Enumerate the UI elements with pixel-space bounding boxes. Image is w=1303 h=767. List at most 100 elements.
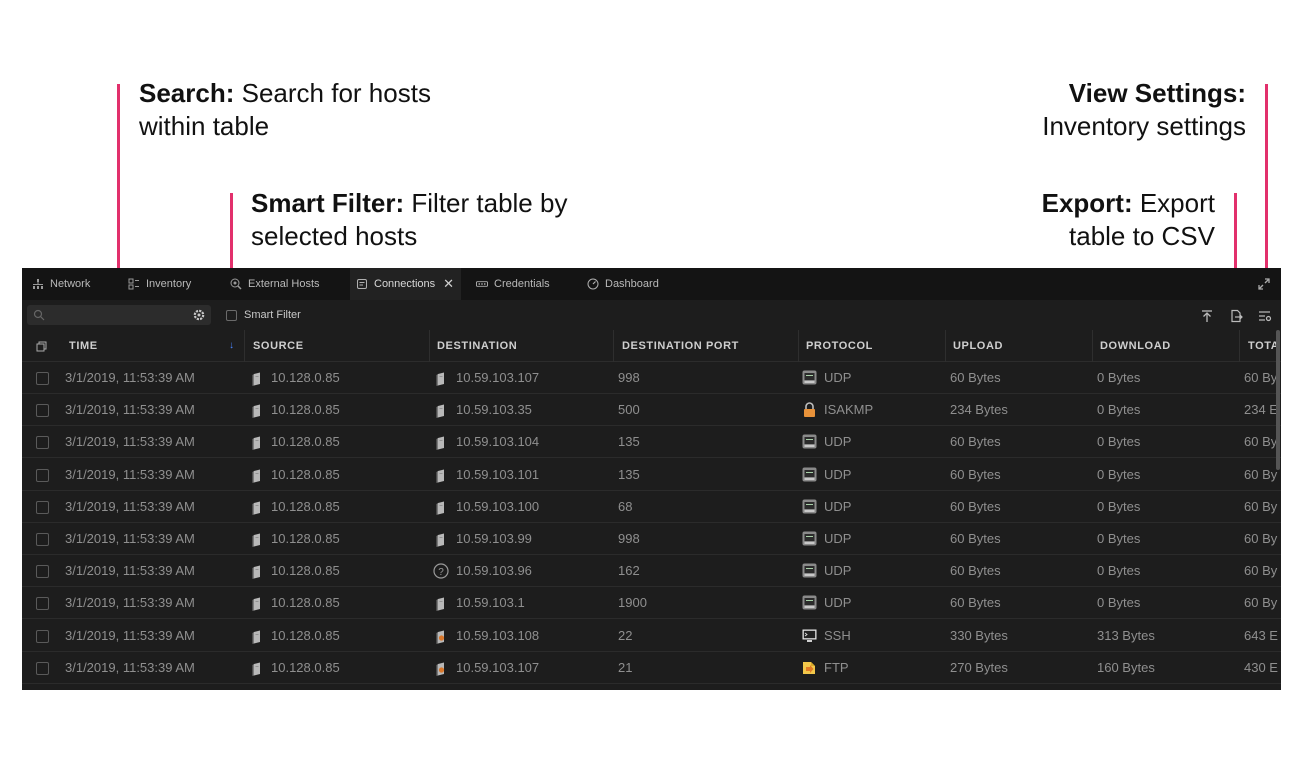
table-row[interactable]: 3/1/2019, 11:53:39 AM 10.128.0.85 10.59.10… — [22, 523, 1281, 555]
ftp-icon — [802, 660, 817, 675]
tab-bar: Network Inventory External Hosts Connect… — [22, 268, 1281, 300]
column-header-source[interactable]: SOURCE — [253, 330, 304, 362]
cell-destination[interactable]: 10.59.103.35 — [456, 394, 532, 426]
row-checkbox[interactable] — [36, 404, 49, 418]
column-divider[interactable] — [429, 330, 430, 362]
cell-source[interactable]: 10.128.0.85 — [271, 459, 340, 491]
cell-destination[interactable]: 10.59.103.100 — [456, 491, 539, 523]
view-settings-annotation-text2: Inventory settings — [1042, 111, 1246, 141]
gear-icon[interactable] — [192, 308, 206, 322]
table-row[interactable]: 3/1/2019, 11:53:39 AM 10.128.0.85 10.59.10… — [22, 362, 1281, 394]
cell-time: 3/1/2019, 11:53:39 AM — [65, 627, 195, 643]
smart-filter-checkbox[interactable] — [226, 310, 237, 321]
cell-upload: 270 Bytes — [950, 659, 1008, 675]
cell-source[interactable]: 10.128.0.85 — [271, 555, 340, 587]
tab-external-hosts[interactable]: External Hosts — [226, 268, 324, 300]
row-checkbox[interactable] — [36, 436, 49, 450]
column-header-protocol[interactable]: PROTOCOL — [806, 330, 873, 362]
cell-destination[interactable]: 10.59.103.107 — [456, 652, 539, 684]
row-checkbox[interactable] — [36, 597, 49, 611]
cell-source[interactable]: 10.128.0.85 — [271, 394, 340, 426]
cell-destination-port: 22 — [618, 627, 633, 643]
close-tab-icon[interactable]: ✕ — [443, 276, 454, 292]
scroll-to-top-icon[interactable] — [1200, 309, 1214, 323]
cell-source[interactable]: 10.128.0.85 — [271, 523, 340, 555]
cell-source[interactable]: 10.128.0.85 — [271, 491, 340, 523]
table-row[interactable]: 3/1/2019, 11:53:39 AM 10.128.0.85 10.59.10… — [22, 652, 1281, 684]
row-checkbox[interactable] — [36, 661, 49, 675]
cell-total: 643 E — [1244, 627, 1278, 643]
row-checkbox[interactable] — [36, 565, 49, 579]
column-header-download[interactable]: DOWNLOAD — [1100, 330, 1171, 362]
sort-desc-icon[interactable]: ↓ — [229, 330, 234, 362]
view-settings-icon[interactable] — [1258, 309, 1272, 323]
column-header-destination[interactable]: DESTINATION — [437, 330, 517, 362]
cell-source[interactable]: 10.128.0.85 — [271, 362, 340, 394]
cell-source[interactable]: 10.128.0.85 — [271, 620, 340, 652]
table-row[interactable]: 3/1/2019, 11:53:39 AM 10.128.0.85 10.59.10… — [22, 491, 1281, 523]
export-csv-icon[interactable] — [1229, 309, 1243, 323]
column-divider[interactable] — [798, 330, 799, 362]
cell-total: 60 By — [1244, 531, 1278, 546]
cell-destination[interactable]: 10.59.103.99 — [456, 523, 532, 555]
table-header: TIME ↓ SOURCE DESTINATION DESTINATION PO… — [22, 330, 1281, 362]
row-checkbox[interactable] — [36, 533, 49, 546]
table-row[interactable]: 3/1/2019, 11:53:39 AM 10.128.0.85 10.59.10… — [22, 620, 1281, 652]
expand-icon[interactable] — [1257, 277, 1271, 291]
cell-destination[interactable]: 10.59.103.107 — [456, 362, 539, 394]
cell-destination[interactable]: 10.59.103.104 — [456, 426, 539, 458]
column-header-upload[interactable]: UPLOAD — [953, 330, 1003, 362]
table-row[interactable]: 3/1/2019, 11:53:39 AM 10.128.0.85 10.59.10… — [22, 394, 1281, 427]
row-checkbox[interactable] — [36, 629, 49, 643]
search-input[interactable] — [49, 305, 189, 325]
dashboard-icon — [587, 278, 599, 290]
cell-source[interactable]: 10.128.0.85 — [271, 652, 340, 684]
cell-destination[interactable]: 10.59.103.108 — [456, 620, 539, 652]
cell-protocol: ISAKMP — [824, 402, 874, 418]
column-header-total[interactable]: TOTA — [1248, 330, 1279, 362]
server-icon — [436, 630, 452, 646]
cell-source[interactable]: 10.128.0.85 — [271, 426, 340, 458]
cell-time: 3/1/2019, 11:53:39 AM — [65, 563, 195, 579]
tab-connections[interactable]: Connections ✕ — [350, 268, 461, 300]
table-row[interactable]: 3/1/2019, 11:53:39 AM 10.128.0.85 10.59.10… — [22, 426, 1281, 459]
tab-credentials[interactable]: Credentials — [472, 268, 554, 300]
table-row[interactable]: 3/1/2019, 11:53:39 AM 10.128.0.85 10.59.10… — [22, 459, 1281, 491]
cell-destination-port: 998 — [618, 370, 640, 385]
cell-source[interactable]: 10.128.0.85 — [271, 587, 340, 619]
cell-upload: 60 Bytes — [950, 595, 1001, 611]
vertical-scrollbar[interactable] — [1276, 330, 1280, 470]
column-divider[interactable] — [613, 330, 614, 362]
table-row[interactable]: 3/1/2019, 11:53:39 AM 10.128.0.85? 10.59.1… — [22, 555, 1281, 588]
column-divider[interactable] — [945, 330, 946, 362]
cell-total: 234 E — [1244, 402, 1278, 418]
cell-download: 0 Bytes — [1097, 402, 1141, 418]
column-divider[interactable] — [244, 330, 245, 362]
cell-time: 3/1/2019, 11:53:39 AM — [65, 370, 195, 385]
smart-filter-label: Smart Filter — [244, 309, 301, 321]
cell-total: 60 By — [1244, 370, 1278, 385]
column-header-destination-port[interactable]: DESTINATION PORT — [622, 330, 739, 362]
row-checkbox[interactable] — [36, 372, 49, 385]
cell-upload: 60 Bytes — [950, 434, 1001, 450]
column-chooser-icon[interactable] — [36, 341, 47, 352]
cell-upload: 60 Bytes — [950, 563, 1001, 579]
udp-icon — [802, 434, 817, 449]
column-divider[interactable] — [1092, 330, 1093, 362]
table-row[interactable]: 3/1/2019, 11:53:39 AM 10.128.0.85 10.59.10… — [22, 587, 1281, 620]
row-checkbox[interactable] — [36, 500, 49, 514]
cell-destination[interactable]: 10.59.103.1 — [456, 587, 525, 619]
udp-icon — [802, 531, 817, 546]
tab-inventory[interactable]: Inventory — [124, 268, 195, 300]
tab-network[interactable]: Network — [28, 268, 94, 300]
cell-download: 0 Bytes — [1097, 563, 1141, 579]
column-divider[interactable] — [1239, 330, 1240, 362]
cell-destination[interactable]: 10.59.103.101 — [456, 459, 539, 491]
cell-destination[interactable]: 10.59.103.96 — [456, 555, 532, 587]
cell-protocol: UDP — [824, 434, 852, 450]
column-header-time[interactable]: TIME — [69, 330, 98, 362]
export-annotation-text: Export — [1139, 188, 1215, 218]
row-checkbox[interactable] — [36, 468, 49, 482]
export-annotation-text2: table to CSV — [1069, 221, 1215, 251]
tab-dashboard[interactable]: Dashboard — [583, 268, 663, 300]
